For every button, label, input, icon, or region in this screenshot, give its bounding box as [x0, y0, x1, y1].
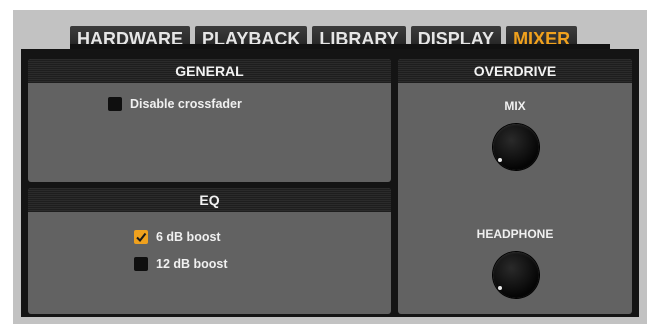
eq-panel: EQ 6 dB boost 12 dB boost [28, 188, 391, 314]
mix-knob[interactable] [493, 124, 539, 170]
twelve-db-boost-option[interactable]: 12 dB boost [134, 257, 228, 271]
eq-header: EQ [28, 188, 391, 212]
checkmark-icon [136, 232, 147, 243]
general-title: GENERAL [175, 63, 244, 79]
eq-title: EQ [199, 192, 220, 208]
general-panel: GENERAL Disable crossfader [28, 59, 391, 182]
overdrive-panel: OVERDRIVE MIX HEADPHONE [398, 59, 632, 314]
knob-indicator [498, 286, 502, 290]
disable-crossfader-checkbox[interactable] [108, 97, 122, 111]
disable-crossfader-label: Disable crossfader [130, 97, 242, 111]
six-db-boost-option[interactable]: 6 dB boost [134, 230, 221, 244]
mix-label: MIX [504, 99, 526, 113]
disable-crossfader-option[interactable]: Disable crossfader [108, 97, 242, 111]
overdrive-title: OVERDRIVE [473, 63, 557, 79]
preferences-window: HARDWARE PLAYBACK LIBRARY DISPLAY MIXER … [13, 10, 647, 324]
headphone-label: HEADPHONE [476, 227, 554, 241]
knob-indicator [498, 158, 502, 162]
headphone-knob[interactable] [493, 252, 539, 298]
twelve-db-boost-checkbox[interactable] [134, 257, 148, 271]
general-header: GENERAL [28, 59, 391, 83]
six-db-boost-checkbox[interactable] [134, 230, 148, 244]
twelve-db-boost-label: 12 dB boost [156, 257, 228, 271]
mixer-settings-area: GENERAL Disable crossfader EQ 6 dB boost [21, 49, 639, 317]
six-db-boost-label: 6 dB boost [156, 230, 221, 244]
overdrive-header: OVERDRIVE [398, 59, 632, 83]
